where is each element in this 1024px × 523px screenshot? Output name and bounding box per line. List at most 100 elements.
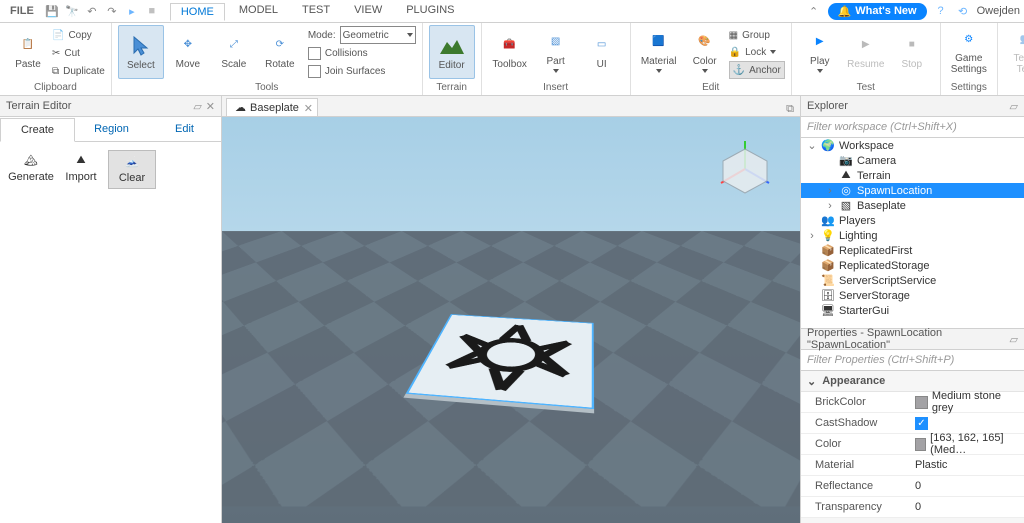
- tab-create[interactable]: Create: [0, 118, 75, 142]
- properties-filter[interactable]: Filter Properties (Ctrl+Shift+P): [801, 350, 1024, 371]
- color-button[interactable]: 🎨Color: [683, 25, 727, 77]
- explorer-tree[interactable]: ⌄🌍Workspace📷Camera⛰Terrain›◎SpawnLocatio…: [801, 138, 1024, 328]
- tab-plugins[interactable]: PLUGINS: [396, 2, 464, 20]
- terrain-editor-button[interactable]: Editor: [429, 25, 475, 79]
- scale-icon: ⤢: [222, 33, 246, 57]
- toolbox-button[interactable]: 🧰Toolbox: [488, 25, 532, 77]
- undock-icon[interactable]: ▱: [1010, 334, 1018, 346]
- save-icon[interactable]: 💾: [44, 3, 60, 19]
- join-label: Join Surfaces: [325, 66, 386, 77]
- checkbox-checked-icon[interactable]: ✓: [915, 417, 928, 430]
- lock-button[interactable]: 🔒Lock: [729, 44, 785, 60]
- tree-node-camera[interactable]: 📷Camera: [801, 153, 1024, 168]
- orientation-gizmo[interactable]: [710, 131, 780, 201]
- scale-button[interactable]: ⤢Scale: [212, 25, 256, 77]
- tree-node-serverstorage[interactable]: 🗄ServerStorage: [801, 288, 1024, 303]
- property-row-castshadow[interactable]: CastShadow✓: [801, 413, 1024, 434]
- tab-region[interactable]: Region: [75, 117, 148, 141]
- collisions-label: Collisions: [325, 48, 368, 59]
- terrain-editor-tools: 🏔Generate ⛰Import 🗻Clear: [0, 142, 221, 197]
- part-label: Part: [546, 56, 564, 67]
- group-button[interactable]: ▦Group: [729, 27, 785, 43]
- copy-button[interactable]: 📄Copy: [52, 27, 105, 43]
- property-row-brickcolor[interactable]: BrickColorMedium stone grey: [801, 392, 1024, 413]
- collisions-checkbox[interactable]: Collisions: [308, 45, 416, 61]
- file-menu[interactable]: FILE: [4, 3, 40, 19]
- expand-icon[interactable]: ›: [825, 200, 835, 212]
- main-area: Terrain Editor ▱ ✕ Create Region Edit 🏔G…: [0, 96, 1024, 523]
- tree-node-workspace[interactable]: ⌄🌍Workspace: [801, 138, 1024, 153]
- tree-node-startergui[interactable]: 🖥StarterGui: [801, 303, 1024, 318]
- tree-node-replicatedstorage[interactable]: 📦ReplicatedStorage: [801, 258, 1024, 273]
- tab-test[interactable]: TEST: [292, 2, 340, 20]
- expand-icon[interactable]: ›: [807, 230, 817, 242]
- clear-tool[interactable]: 🗻Clear: [108, 150, 156, 189]
- viewport-3d[interactable]: [222, 117, 800, 523]
- move-button[interactable]: ✥Move: [166, 25, 210, 77]
- help-icon[interactable]: ?: [933, 3, 949, 19]
- tab-edit[interactable]: Edit: [148, 117, 221, 141]
- resume-label: Resume: [847, 59, 884, 70]
- stop-button[interactable]: ■Stop: [890, 25, 934, 77]
- expand-icon[interactable]: ⌄: [807, 139, 817, 152]
- undo-icon[interactable]: ↶: [84, 3, 100, 19]
- rotate-button[interactable]: ⟳Rotate: [258, 25, 302, 77]
- team-test-button[interactable]: 👥Team Test: [1004, 25, 1024, 77]
- property-row-transparency[interactable]: Transparency0: [801, 497, 1024, 518]
- part-button[interactable]: ▧Part: [534, 25, 578, 77]
- tab-view[interactable]: VIEW: [344, 2, 392, 20]
- game-settings-button[interactable]: ⚙Game Settings: [947, 25, 991, 77]
- lock-icon: 🔒: [729, 47, 741, 58]
- mode-select[interactable]: Geometric: [340, 26, 416, 44]
- tree-node-terrain[interactable]: ⛰Terrain: [801, 168, 1024, 183]
- duplicate-button[interactable]: ⧉Duplicate: [52, 63, 105, 79]
- tree-node-serverscriptservice[interactable]: 📜ServerScriptService: [801, 273, 1024, 288]
- close-icon[interactable]: ✕: [206, 100, 215, 113]
- tree-node-spawnlocation[interactable]: ›◎SpawnLocation: [801, 183, 1024, 198]
- team-test-label: Team Test: [1014, 53, 1024, 75]
- generate-tool[interactable]: 🏔Generate: [8, 150, 54, 189]
- light-icon: 💡: [821, 229, 835, 243]
- tree-node-label: ServerScriptService: [839, 275, 936, 287]
- whats-new-button[interactable]: 🔔What's New: [828, 3, 927, 20]
- collapse-ribbon-icon[interactable]: ⌃: [806, 3, 822, 19]
- tab-home[interactable]: HOME: [170, 3, 225, 21]
- anchor-button[interactable]: ⚓Anchor: [729, 61, 785, 79]
- part-icon: ▧: [839, 199, 853, 213]
- property-row-material[interactable]: MaterialPlastic: [801, 455, 1024, 476]
- username-label[interactable]: Owejden: [977, 5, 1020, 17]
- undock-icon[interactable]: ▱: [1010, 100, 1018, 113]
- binoculars-icon[interactable]: 🔭: [64, 3, 80, 19]
- explorer-filter[interactable]: Filter workspace (Ctrl+Shift+X): [801, 117, 1024, 138]
- cut-button[interactable]: ✂Cut: [52, 45, 105, 61]
- category-appearance[interactable]: ⌄Appearance: [801, 371, 1024, 392]
- material-button[interactable]: 🟦Material: [637, 25, 681, 77]
- select-button[interactable]: Select: [118, 25, 164, 79]
- paste-button[interactable]: 📋Paste: [6, 25, 50, 77]
- bell-icon: 🔔: [838, 5, 852, 18]
- tree-node-players[interactable]: 👥Players: [801, 213, 1024, 228]
- resume-button[interactable]: ▶Resume: [844, 25, 888, 77]
- expand-icon[interactable]: ›: [825, 185, 835, 197]
- category-data[interactable]: ⌄Data: [801, 518, 1024, 523]
- tree-node-baseplate[interactable]: ›▧Baseplate: [801, 198, 1024, 213]
- tree-node-lighting[interactable]: ›💡Lighting: [801, 228, 1024, 243]
- property-row-color[interactable]: Color[163, 162, 165] (Med…: [801, 434, 1024, 455]
- share-icon[interactable]: ⟲: [955, 3, 971, 19]
- property-key: BrickColor: [801, 392, 915, 412]
- stop-qat-icon[interactable]: ■: [144, 3, 160, 19]
- group-insert: 🧰Toolbox ▧Part ▭UI Insert: [482, 23, 631, 95]
- close-icon[interactable]: ✕: [304, 102, 313, 115]
- tree-node-replicatedfirst[interactable]: 📦ReplicatedFirst: [801, 243, 1024, 258]
- import-tool[interactable]: ⛰Import: [58, 150, 104, 189]
- undock-icon[interactable]: ▱: [193, 100, 201, 113]
- redo-icon[interactable]: ↷: [104, 3, 120, 19]
- property-row-reflectance[interactable]: Reflectance0: [801, 476, 1024, 497]
- doc-tab-baseplate[interactable]: ☁Baseplate✕: [226, 98, 318, 116]
- join-surfaces-checkbox[interactable]: Join Surfaces: [308, 63, 416, 79]
- play-qat-icon[interactable]: ▸: [124, 3, 140, 19]
- play-button[interactable]: ▶Play: [798, 25, 842, 77]
- tab-model[interactable]: MODEL: [229, 2, 288, 20]
- restore-panels-icon[interactable]: ⧉: [786, 103, 794, 116]
- ui-button[interactable]: ▭UI: [580, 25, 624, 77]
